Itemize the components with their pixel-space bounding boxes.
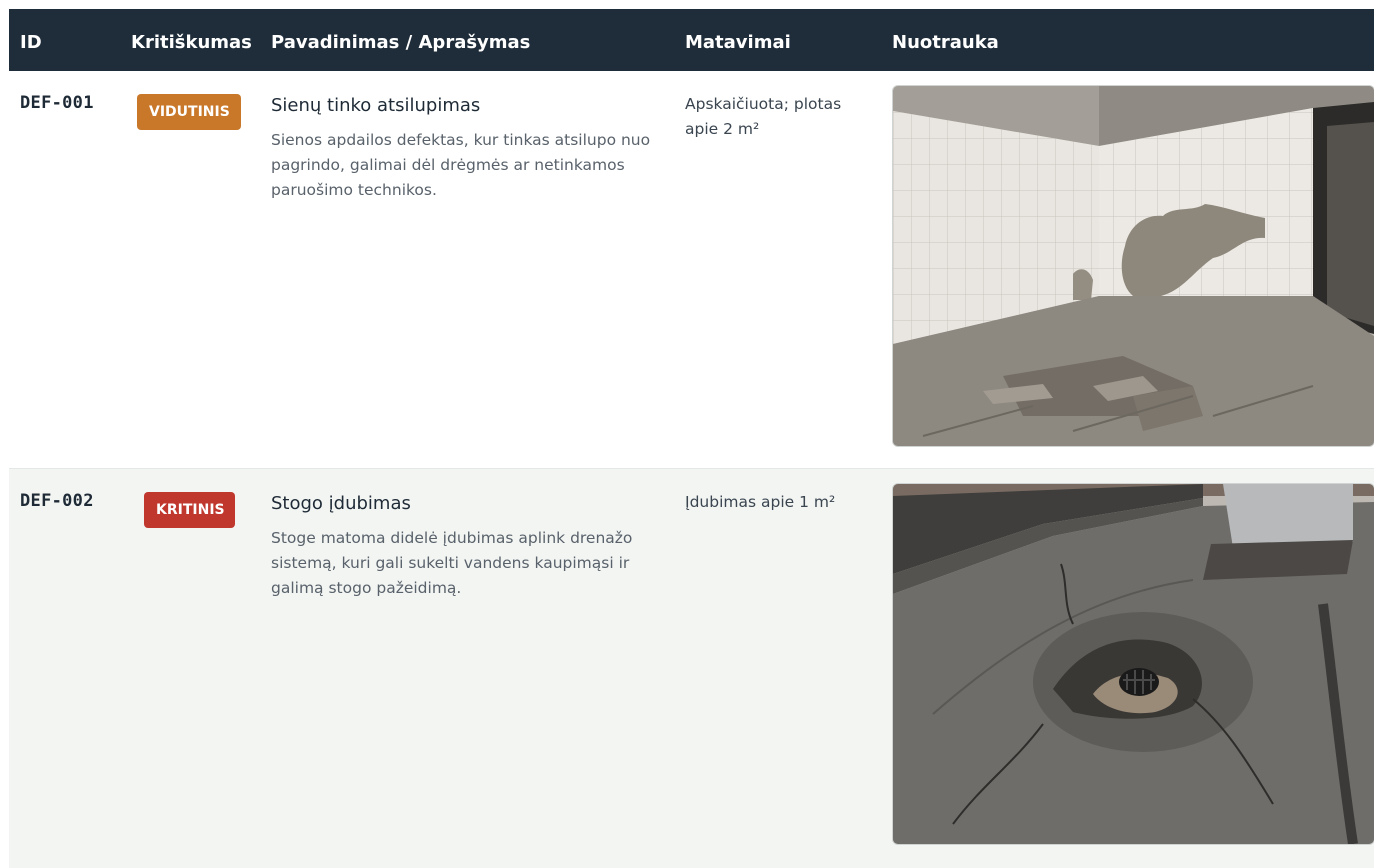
roof-depression-photo [893,484,1374,844]
header-measurements: Matavimai [685,32,791,53]
severity-badge: VIDUTINIS [137,94,241,130]
defect-measurements: Apskaičiuota; plotas apie 2 m² [685,95,842,138]
defect-id: DEF-002 [20,491,94,511]
table-row: DEF-001 VIDUTINIS Sienų tinko atsilupima… [9,71,1374,469]
defect-title: Sienų tinko atsilupimas [271,95,481,116]
defect-description: Stoge matoma didelė įdubimas aplink dren… [271,529,633,597]
table-row: DEF-002 KRITINIS Stogo įdubimas Stoge ma… [9,469,1374,868]
defect-id: DEF-001 [20,93,94,113]
table-header: ID Kritiškumas Pavadinimas / Aprašymas M… [9,9,1374,71]
header-criticality: Kritiškumas [131,32,252,53]
defect-description: Sienos apdailos defektas, kur tinkas ats… [271,131,651,199]
header-name: Pavadinimas / Aprašymas [271,32,531,53]
defect-title: Stogo įdubimas [271,493,411,514]
header-id: ID [20,32,42,53]
defect-photo[interactable] [892,85,1374,447]
defect-measurements: Įdubimas apie 1 m² [685,493,836,511]
defect-photo[interactable] [892,483,1374,845]
defects-table: ID Kritiškumas Pavadinimas / Aprašymas M… [9,9,1374,868]
peeling-plaster-photo [893,86,1374,446]
severity-badge: KRITINIS [144,492,235,528]
header-photo: Nuotrauka [892,32,999,53]
